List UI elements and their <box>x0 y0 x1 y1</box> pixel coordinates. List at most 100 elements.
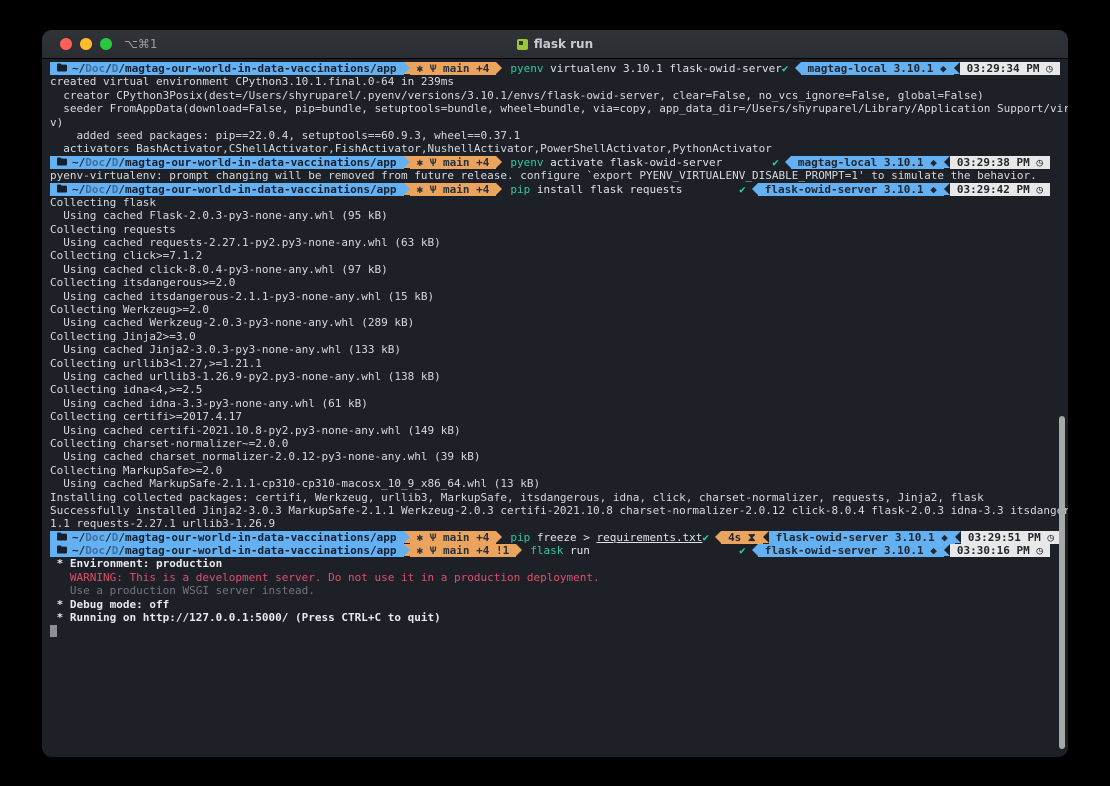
output-text: Using cached Werkzeug-2.0.3-py3-none-any… <box>50 316 414 329</box>
zoom-button[interactable] <box>100 38 112 50</box>
terminal-line: ~/Doc/D/magtag-our-world-in-data-vaccina… <box>50 156 1050 169</box>
terminal-line: Using cached MarkupSafe-2.1.1-cp310-cp31… <box>50 477 1050 490</box>
command-text[interactable]: pyenv activate flask-owid-server <box>510 156 722 169</box>
path-segment: ~/Doc/D/magtag-our-world-in-data-vaccina… <box>50 62 404 75</box>
terminal-line: Collecting urllib3<1.27,>=1.21.1 <box>50 357 1050 370</box>
command-span: pip <box>510 531 530 544</box>
output-text: * Environment: production <box>50 557 222 570</box>
terminal-content[interactable]: ~/Doc/D/magtag-our-world-in-data-vaccina… <box>42 59 1068 757</box>
right-prompt-status: ✔ magtag-local 3.10.1 ◆ 03:29:34 PM ◷ <box>782 62 1060 75</box>
terminal-line: Using cached Flask-2.0.3-py3-none-any.wh… <box>50 209 1050 222</box>
terminal-line: Collecting requests <box>50 223 1050 236</box>
path-part: Doc <box>85 62 105 75</box>
status-segment-text: 03:29:34 PM ◷ <box>967 62 1053 75</box>
output-text: Collecting MarkupSafe>=2.0 <box>50 464 222 477</box>
terminal-line: WARNING: This is a development server. D… <box>50 571 1050 584</box>
command-span: activate flask-owid-server <box>543 156 722 169</box>
command-span: freeze > <box>530 531 596 544</box>
success-check-icon: ✔ <box>739 544 746 557</box>
path-part: magtag-our-world-in-data-vaccinations/ap… <box>125 183 397 196</box>
terminal-line: * Debug mode: off <box>50 598 1050 611</box>
env-segment: flask-owid-server 3.10.1 ◆ <box>758 183 944 196</box>
output-text: created virtual environment CPython3.10.… <box>50 75 454 88</box>
success-check-icon: ✔ <box>772 156 779 169</box>
git-branch-segment: ✱ Ѱ main +4 <box>410 62 497 75</box>
folder-icon <box>57 544 67 557</box>
command-span: install flask requests <box>530 183 682 196</box>
output-text: Using cached MarkupSafe-2.1.1-cp310-cp31… <box>50 477 540 490</box>
path-part: magtag-our-world-in-data-vaccinations/ap… <box>125 62 397 75</box>
env-segment: magtag-local 3.10.1 ◆ <box>801 62 954 75</box>
command-span: pip <box>510 183 530 196</box>
terminal-line: created virtual environment CPython3.10.… <box>50 75 1050 88</box>
close-button[interactable] <box>60 38 72 50</box>
command-text[interactable]: flask run <box>530 544 590 557</box>
terminal-line: Installing collected packages: certifi, … <box>50 491 1050 504</box>
path-part: / <box>118 62 125 75</box>
powerline-separator-icon <box>516 544 522 556</box>
output-text: * Debug mode: off <box>50 598 169 611</box>
terminal-line: 1.1 requests-2.27.1 urllib3-1.26.9 <box>50 517 1050 530</box>
output-text: pyenv-virtualenv: prompt changing will b… <box>50 169 1037 182</box>
scrollbar-thumb[interactable] <box>1059 416 1065 749</box>
command-span: pyenv <box>510 62 543 75</box>
output-text: v) <box>50 116 63 129</box>
terminal-line: added seed packages: pip==22.0.4, setupt… <box>50 129 1050 142</box>
command-text[interactable]: pip freeze > requirements.txt <box>510 531 702 544</box>
status-segment-text: flask-owid-server 3.10.1 ◆ <box>776 531 948 544</box>
powerline-separator-icon <box>496 156 502 168</box>
status-segment-text: magtag-local 3.10.1 ◆ <box>808 62 947 75</box>
window-controls <box>60 38 112 50</box>
path-part: magtag-our-world-in-data-vaccinations/ap… <box>125 544 397 557</box>
output-text: Collecting certifi>=2017.4.17 <box>50 410 242 423</box>
time-segment: 03:29:34 PM ◷ <box>960 62 1060 75</box>
right-prompt-status: ✔magtag-local 3.10.1 ◆03:29:38 PM ◷ <box>772 156 1050 169</box>
check-glyph: ✔ <box>739 544 746 557</box>
path-part: ~/ <box>72 156 85 169</box>
check-glyph: ✔ <box>782 62 789 75</box>
git-status-text: ✱ Ѱ main +4 <box>417 62 490 75</box>
output-text: Using cached click-8.0.4-py3-none-any.wh… <box>50 263 388 276</box>
status-segment-text: flask-owid-server 3.10.1 ◆ <box>765 183 937 196</box>
path-part: / <box>105 183 112 196</box>
terminal-line: Using cached Jinja2-3.0.3-py3-none-any.w… <box>50 343 1050 356</box>
path-part: / <box>118 156 125 169</box>
path-segment: ~/Doc/D/magtag-our-world-in-data-vaccina… <box>50 156 404 169</box>
path-part: D <box>112 531 119 544</box>
check-glyph: ✔ <box>739 183 746 196</box>
output-text: creator CPython3Posix(dest=/Users/shyrup… <box>50 89 984 102</box>
terminal-line: Using cached itsdangerous-2.1.1-py3-none… <box>50 290 1050 303</box>
git-status-text: ✱ Ѱ main +4 <box>417 183 490 196</box>
duration-segment: 4s ⧗ <box>721 531 763 544</box>
folder-icon <box>57 531 67 544</box>
terminal-line: Using cached requests-2.27.1-py2.py3-non… <box>50 236 1050 249</box>
terminal-line: Collecting Werkzeug>=2.0 <box>50 303 1050 316</box>
terminal-line: ~/Doc/D/magtag-our-world-in-data-vaccina… <box>50 183 1050 196</box>
terminal-window: ⌥⌘1 flask run ~/Doc/D/magtag-our-world-i… <box>42 30 1068 757</box>
output-text: Using cached charset_normalizer-2.0.12-p… <box>50 450 480 463</box>
output-text: seeder FromAppData(download=False, pip=b… <box>50 102 1068 115</box>
env-segment: flask-owid-server 3.10.1 ◆ <box>758 544 944 557</box>
terminal-line: * Environment: production <box>50 557 1050 570</box>
running-app-icon <box>517 39 528 50</box>
path-part: ~/ <box>72 544 85 557</box>
git-status-text: ✱ Ѱ main +4 <box>417 156 490 169</box>
minimize-button[interactable] <box>80 38 92 50</box>
path-segment: ~/Doc/D/magtag-our-world-in-data-vaccina… <box>50 544 404 557</box>
command-text[interactable]: pyenv virtualenv 3.10.1 flask-owid-serve… <box>510 62 782 75</box>
path-part: / <box>118 531 125 544</box>
output-text: Successfully installed Jinja2-3.0.3 Mark… <box>50 504 1068 517</box>
command-text[interactable]: pip install flask requests <box>510 183 682 196</box>
success-check-icon: ✔ <box>739 183 746 196</box>
command-span: run <box>563 544 590 557</box>
terminal-line: Collecting itsdangerous>=2.0 <box>50 276 1050 289</box>
terminal-line: * Running on http://127.0.0.1:5000/ (Pre… <box>50 611 1050 624</box>
output-text: Using cached urllib3-1.26.9-py2.py3-none… <box>50 370 441 383</box>
title-bar[interactable]: ⌥⌘1 flask run <box>42 30 1068 59</box>
right-prompt-status: ✔flask-owid-server 3.10.1 ◆03:30:16 PM ◷ <box>739 544 1050 557</box>
env-segment: flask-owid-server 3.10.1 ◆ <box>769 531 955 544</box>
status-segment-text: 03:29:51 PM ◷ <box>968 531 1054 544</box>
git-status-text: ✱ Ѱ main +4 <box>417 531 490 544</box>
terminal-line: seeder FromAppData(download=False, pip=b… <box>50 102 1050 115</box>
terminal-line: Collecting certifi>=2017.4.17 <box>50 410 1050 423</box>
